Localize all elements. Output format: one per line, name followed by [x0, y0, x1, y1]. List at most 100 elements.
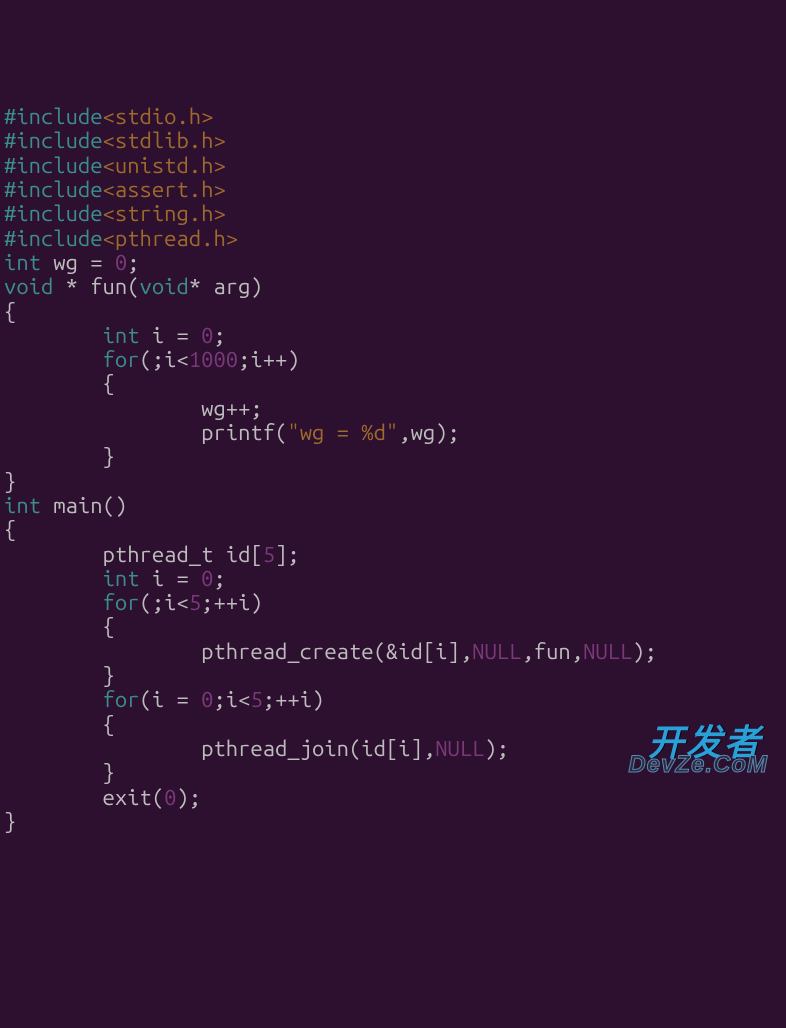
code-line: #include<pthread.h>: [4, 227, 778, 251]
code-token: );: [177, 785, 202, 810]
code-line: void * fun(void* arg): [4, 275, 778, 299]
code-line: int i = 0;: [4, 567, 778, 591]
code-line: for(;i<1000;i++): [4, 348, 778, 372]
code-token: 0: [201, 566, 213, 591]
code-token: 0: [164, 785, 176, 810]
code-token: #include: [4, 201, 103, 226]
code-line: }: [4, 470, 778, 494]
code-token: ;: [213, 566, 225, 591]
code-token: * arg): [189, 274, 263, 299]
code-token: #include: [4, 104, 103, 129]
code-token: 5: [263, 542, 275, 567]
code-line: #include<stdlib.h>: [4, 129, 778, 153]
code-line: exit(0);: [4, 786, 778, 810]
code-token: wg =: [41, 250, 115, 275]
code-token: <stdio.h>: [103, 104, 214, 129]
code-token: 0: [115, 250, 127, 275]
code-token: pthread_join(id[i],: [4, 736, 435, 761]
code-line: int main(): [4, 494, 778, 518]
code-token: wg++;: [4, 396, 263, 421]
code-line: #include<stdio.h>: [4, 105, 778, 129]
code-token: (;i<: [140, 347, 189, 372]
watermark-text-2: DevZe.CoM: [628, 753, 768, 777]
code-token: 1000: [189, 347, 238, 372]
code-token: {: [4, 299, 16, 324]
code-token: ;: [213, 323, 225, 348]
code-line: printf("wg = %d",wg);: [4, 421, 778, 445]
code-token: 0: [201, 323, 213, 348]
code-line: pthread_t id[5];: [4, 543, 778, 567]
code-token: }: [4, 809, 16, 834]
code-token: for: [103, 590, 140, 615]
code-token: pthread_t id[: [4, 542, 263, 567]
code-token: [4, 687, 103, 712]
code-token: for: [103, 687, 140, 712]
code-token: {: [4, 712, 115, 737]
code-token: NULL: [472, 639, 521, 664]
code-line: {: [4, 615, 778, 639]
code-line: int i = 0;: [4, 324, 778, 348]
code-token: [4, 590, 103, 615]
code-line: wg++;: [4, 397, 778, 421]
code-token: ;++i): [201, 590, 263, 615]
code-token: <pthread.h>: [103, 226, 239, 251]
code-token: <assert.h>: [103, 177, 226, 202]
code-token: exit(: [4, 785, 164, 810]
code-token: void: [4, 274, 53, 299]
code-token: }: [4, 444, 115, 469]
code-token: #include: [4, 226, 103, 251]
code-token: 0: [201, 687, 213, 712]
code-token: [4, 323, 103, 348]
code-line: #include<string.h>: [4, 202, 778, 226]
code-token: ,wg);: [398, 420, 460, 445]
code-token: int: [4, 493, 41, 518]
code-token: }: [4, 469, 16, 494]
code-token: i =: [140, 323, 202, 348]
code-token: {: [4, 371, 115, 396]
code-token: "wg = %d": [287, 420, 398, 445]
code-token: ;i++): [238, 347, 300, 372]
code-token: {: [4, 517, 16, 542]
code-token: NULL: [435, 736, 484, 761]
code-token: for: [103, 347, 140, 372]
code-line: pthread_create(&id[i],NULL,fun,NULL);: [4, 640, 778, 664]
code-token: #include: [4, 153, 103, 178]
code-line: #include<assert.h>: [4, 178, 778, 202]
code-token: ];: [275, 542, 300, 567]
code-token: );: [484, 736, 509, 761]
code-line: #include<unistd.h>: [4, 154, 778, 178]
code-token: [4, 566, 103, 591]
code-line: for(;i<5;++i): [4, 591, 778, 615]
code-token: [4, 347, 103, 372]
code-token: (;i<: [140, 590, 189, 615]
code-token: }: [4, 663, 115, 688]
code-token: NULL: [583, 639, 632, 664]
code-token: pthread_create(&id[i],: [4, 639, 472, 664]
code-token: main(): [41, 493, 127, 518]
code-token: i =: [140, 566, 202, 591]
code-token: (i =: [140, 687, 202, 712]
code-token: {: [4, 614, 115, 639]
code-token: ;: [127, 250, 139, 275]
code-token: #include: [4, 128, 103, 153]
code-token: }: [4, 760, 115, 785]
code-token: void: [140, 274, 189, 299]
code-line: {: [4, 372, 778, 396]
code-line: }: [4, 664, 778, 688]
code-token: * fun(: [53, 274, 139, 299]
code-token: 5: [250, 687, 262, 712]
code-token: printf(: [4, 420, 287, 445]
code-token: 5: [189, 590, 201, 615]
code-token: #include: [4, 177, 103, 202]
code-token: <stdlib.h>: [103, 128, 226, 153]
code-line: int wg = 0;: [4, 251, 778, 275]
code-line: for(i = 0;i<5;++i): [4, 688, 778, 712]
code-token: <string.h>: [103, 201, 226, 226]
code-token: int: [103, 323, 140, 348]
code-line: }: [4, 445, 778, 469]
code-token: int: [4, 250, 41, 275]
code-token: );: [632, 639, 657, 664]
code-line: }: [4, 810, 778, 834]
code-token: ;++i): [263, 687, 325, 712]
code-token: ,fun,: [521, 639, 583, 664]
